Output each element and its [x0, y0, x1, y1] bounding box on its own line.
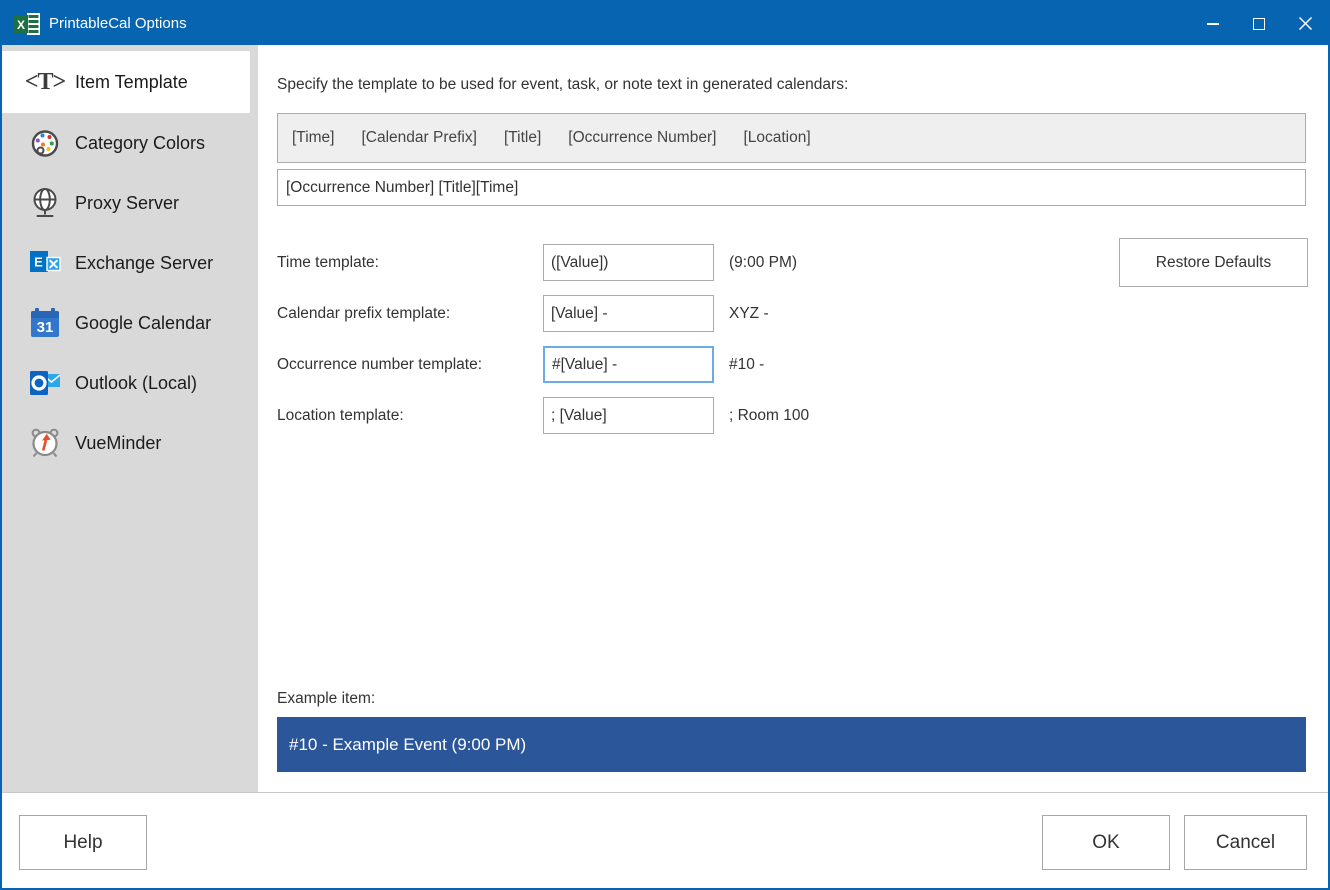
svg-text:X: X: [17, 18, 25, 32]
time-template-row: Time template: (9:00 PM): [277, 244, 797, 281]
sidebar: <T> Item Template Category Colors Proxy …: [2, 45, 258, 792]
globe-icon: [26, 184, 64, 222]
calendar-prefix-template-input[interactable]: [543, 295, 714, 332]
restore-defaults-button[interactable]: Restore Defaults: [1119, 238, 1308, 287]
time-template-input[interactable]: [543, 244, 714, 281]
time-template-example: (9:00 PM): [729, 253, 798, 271]
sidebar-item-label: Exchange Server: [75, 252, 214, 273]
svg-text:31: 31: [37, 319, 54, 336]
window-controls: [1190, 2, 1328, 45]
occurrence-number-template-row: Occurrence number template: #10 -: [277, 346, 764, 383]
sidebar-item-item-template[interactable]: <T> Item Template: [2, 51, 250, 113]
example-item-preview: #10 - Example Event (9:00 PM): [277, 717, 1306, 772]
maximize-icon: [1253, 17, 1265, 30]
sidebar-item-label: Outlook (Local): [75, 372, 198, 393]
sidebar-item-label: Item Template: [75, 71, 188, 92]
item-template-input[interactable]: [277, 169, 1306, 206]
location-template-label: Location template:: [277, 406, 404, 424]
sidebar-item-label: Google Calendar: [75, 312, 212, 333]
outlook-icon: [26, 364, 64, 402]
ok-button[interactable]: OK: [1042, 815, 1170, 870]
calendar-prefix-template-label: Calendar prefix template:: [277, 304, 451, 322]
token-bar: [Time] [Calendar Prefix] [Title] [Occurr…: [277, 113, 1306, 163]
occurrence-number-template-input[interactable]: [543, 346, 714, 383]
instruction-text: Specify the template to be used for even…: [277, 76, 849, 93]
sidebar-item-label: VueMinder: [75, 432, 162, 453]
footer: Help OK Cancel: [2, 792, 1328, 888]
token-title[interactable]: [Title]: [504, 129, 541, 147]
sidebar-item-vueminder[interactable]: VueMinder: [2, 413, 258, 473]
occurrence-number-template-label: Occurrence number template:: [277, 355, 483, 373]
close-icon: [1298, 16, 1312, 31]
alarm-clock-icon: [26, 424, 64, 462]
palette-icon: [26, 124, 64, 162]
google-calendar-icon: 31: [26, 304, 64, 342]
maximize-button[interactable]: [1236, 2, 1282, 45]
sidebar-item-label: Proxy Server: [75, 192, 180, 213]
location-template-example: ; Room 100: [729, 406, 810, 424]
printablecal-options-dialog: X PrintableCal Options <T> Item Template: [0, 0, 1330, 890]
token-time[interactable]: [Time]: [292, 129, 334, 147]
sidebar-item-outlook-local[interactable]: Outlook (Local): [2, 353, 258, 413]
token-calendar-prefix[interactable]: [Calendar Prefix]: [361, 129, 476, 147]
titlebar: X PrintableCal Options: [2, 2, 1328, 45]
help-button[interactable]: Help: [19, 815, 147, 870]
token-occurrence-number[interactable]: [Occurrence Number]: [568, 129, 716, 147]
location-template-row: Location template: ; Room 100: [277, 397, 809, 434]
minimize-icon: [1207, 22, 1219, 25]
location-template-input[interactable]: [543, 397, 714, 434]
minimize-button[interactable]: [1190, 2, 1236, 45]
sidebar-item-label: Category Colors: [75, 132, 206, 153]
item-template-icon: <T>: [24, 68, 66, 95]
window-title: PrintableCal Options: [49, 15, 187, 32]
example-item-label: Example item:: [277, 690, 376, 707]
close-button[interactable]: [1282, 2, 1328, 45]
sidebar-item-category-colors[interactable]: Category Colors: [2, 113, 258, 173]
sidebar-item-exchange-server[interactable]: E Exchange Server: [2, 233, 258, 293]
occurrence-number-template-example: #10 -: [729, 355, 765, 373]
calendar-prefix-template-row: Calendar prefix template: XYZ -: [277, 295, 769, 332]
cancel-button[interactable]: Cancel: [1184, 815, 1307, 870]
printablecal-app-icon: X: [14, 12, 40, 35]
time-template-label: Time template:: [277, 253, 379, 271]
item-template-panel: Specify the template to be used for even…: [258, 45, 1328, 792]
exchange-icon: E: [26, 244, 64, 282]
token-location[interactable]: [Location]: [743, 129, 810, 147]
svg-text:E: E: [34, 255, 43, 270]
sidebar-item-proxy-server[interactable]: Proxy Server: [2, 173, 258, 233]
calendar-prefix-template-example: XYZ -: [729, 304, 769, 322]
sidebar-item-google-calendar[interactable]: 31 Google Calendar: [2, 293, 258, 353]
